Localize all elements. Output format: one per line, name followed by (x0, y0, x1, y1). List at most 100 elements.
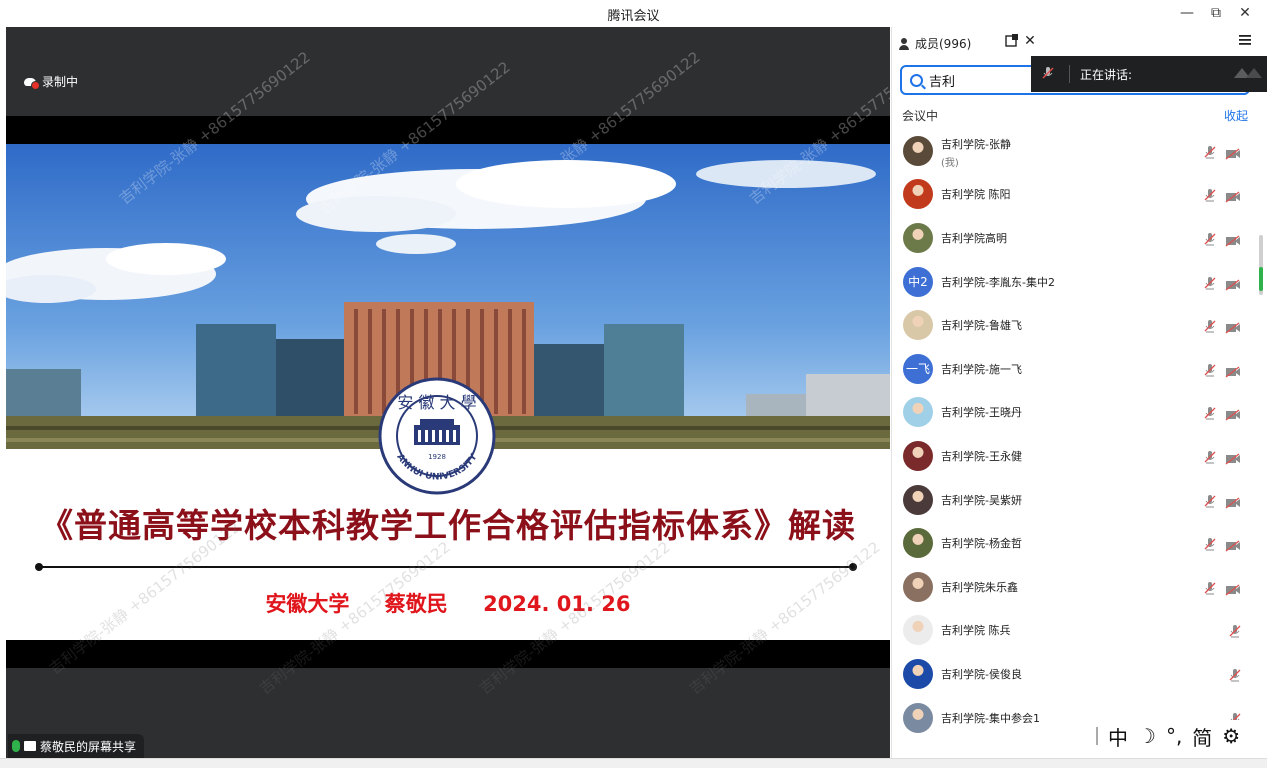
mic-active-icon (12, 740, 20, 752)
collapse-link[interactable]: 收起 (1224, 107, 1248, 124)
avatar: 一飞 (903, 353, 933, 384)
anhui-university-logo: 1928 ANHUI UNIVERSITY 安 徽 大 學 (378, 377, 496, 495)
member-name: 吉利学院朱乐鑫 (941, 580, 1018, 594)
audio-level-indicator (1259, 267, 1263, 291)
member-count-label: 成员(996) (915, 37, 972, 51)
avatar (903, 615, 933, 646)
member-name: 吉利学院-鲁雄飞 (941, 319, 1022, 333)
app-title: 腾讯会议 (607, 9, 660, 24)
avatar (903, 658, 933, 689)
member-row[interactable]: 吉利学院-王晓丹 (892, 391, 1252, 435)
mic-muted-icon (1203, 580, 1217, 595)
mic-muted-icon (1041, 66, 1069, 83)
close-panel-icon[interactable]: ✕ (1022, 33, 1038, 49)
in-meeting-section: 会议中 收起 (892, 107, 1267, 123)
member-row[interactable]: 吉利学院-王永健 (892, 434, 1252, 478)
mic-muted-icon (1203, 231, 1217, 246)
member-row[interactable]: 一飞 吉利学院-施一飞 (892, 347, 1252, 391)
camera-off-icon (1225, 537, 1241, 552)
mic-muted-icon (1203, 449, 1217, 464)
title-bar: 腾讯会议 — ⧉ ✕ (0, 0, 1267, 27)
mic-muted-icon (1203, 362, 1217, 377)
taskbar (0, 758, 1267, 768)
member-name: 吉利学院 陈兵 (941, 624, 1011, 638)
recording-label: 录制中 (42, 75, 79, 89)
recording-indicator[interactable]: 录制中 (24, 73, 78, 90)
camera-off-icon (1225, 494, 1241, 509)
menu-icon[interactable] (1237, 33, 1253, 49)
member-name: 吉利学院-吴紫妍 (941, 493, 1022, 507)
slide-divider (38, 566, 853, 568)
camera-off-icon (1225, 581, 1241, 596)
avatar (903, 571, 933, 602)
member-row[interactable]: 吉利学院朱乐鑫 (892, 565, 1252, 609)
member-panel: 成员(996) ✕ 正在讲话: 会议中 收起 吉利学院-张静 (我) 吉利学院 陈阳… (891, 27, 1267, 758)
ime-mode-button[interactable]: 中 (1108, 722, 1128, 751)
divider-dot-right (849, 563, 857, 571)
camera-off-icon (1225, 450, 1241, 465)
ime-grip[interactable] (1096, 727, 1098, 745)
minimize-button[interactable]: — (1176, 4, 1198, 22)
screen-icon (24, 741, 36, 751)
slide-org: 安徽大学 (265, 592, 350, 616)
mic-muted-icon (1203, 318, 1217, 333)
share-label: 蔡敬民的屏幕共享 (40, 739, 137, 754)
member-row[interactable]: 吉利学院-杨金哲 (892, 521, 1252, 565)
member-name: 吉利学院-李胤东-集中2 (941, 275, 1055, 289)
popout-icon[interactable] (1004, 33, 1020, 49)
avatar: 中2 (903, 266, 933, 297)
mic-muted-icon (1203, 536, 1217, 551)
member-count-title: 成员(996) (898, 35, 971, 52)
mic-muted-icon (1203, 144, 1217, 159)
close-button[interactable]: ✕ (1234, 4, 1256, 22)
speaking-label: 正在讲话: (1080, 67, 1133, 82)
svg-text:安 徽 大 學: 安 徽 大 學 (397, 393, 476, 412)
section-label: 会议中 (902, 109, 939, 123)
member-row[interactable]: 吉利学院-张静 (我) (892, 129, 1252, 173)
member-name: 吉利学院-集中参会1 (941, 711, 1040, 725)
avatar (903, 528, 933, 559)
member-row[interactable]: 吉利学院-侯俊良 (892, 652, 1252, 696)
mic-muted-icon (1228, 623, 1242, 638)
camera-off-icon (1225, 276, 1241, 291)
ime-punct-button[interactable]: °, (1166, 724, 1182, 748)
avatar (903, 135, 933, 166)
slide-date: 2024. 01. 26 (483, 592, 631, 616)
me-tag: (我) (941, 158, 959, 169)
member-row[interactable]: 吉利学院 陈兵 (892, 609, 1252, 653)
screen-share-area[interactable]: 录制中 1928 ANHUI UNIVERSITY 安 徽 大 學 《普通高等学… (6, 27, 890, 758)
member-name: 吉利学院-张静 (941, 138, 1011, 151)
avatar (903, 484, 933, 515)
camera-off-icon (1225, 363, 1241, 378)
mic-muted-icon (1203, 493, 1217, 508)
avatar (903, 222, 933, 253)
ime-toolbar: 中 ☽ °, 简 ⚙ (1090, 720, 1267, 752)
ime-settings-icon[interactable]: ⚙ (1222, 724, 1240, 748)
member-name: 吉利学院-杨金哲 (941, 537, 1022, 551)
slide-subtitle: 安徽大学 蔡敬民 2024. 01. 26 (6, 588, 890, 618)
ime-script-button[interactable]: 简 (1192, 722, 1212, 751)
member-row[interactable]: 吉利学院高明 (892, 216, 1252, 260)
camera-off-icon (1225, 319, 1241, 334)
member-list: 吉利学院-张静 (我) 吉利学院 陈阳 吉利学院高明中2 吉利学院-李胤东-集中2 吉利学… (892, 129, 1252, 739)
mic-muted-icon (1203, 275, 1217, 290)
recording-cloud-icon (24, 77, 40, 90)
camera-off-icon (1225, 232, 1241, 247)
member-row[interactable]: 吉利学院-吴紫妍 (892, 478, 1252, 522)
member-row[interactable]: 中2 吉利学院-李胤东-集中2 (892, 260, 1252, 304)
search-icon (910, 73, 923, 87)
mic-muted-icon (1203, 187, 1217, 202)
restore-button[interactable]: ⧉ (1205, 4, 1227, 22)
member-search-input[interactable] (929, 72, 1029, 88)
camera-off-icon (1225, 188, 1241, 203)
avatar (903, 310, 933, 341)
ime-moon-icon[interactable]: ☽ (1138, 724, 1156, 748)
slide-speaker: 蔡敬民 (384, 592, 448, 616)
member-name: 吉利学院-王永健 (941, 449, 1022, 463)
speaking-indicator: 正在讲话: (1031, 56, 1267, 92)
member-name: 吉利学院-施一飞 (941, 362, 1022, 376)
member-row[interactable]: 吉利学院 陈阳 (892, 173, 1252, 217)
member-row[interactable]: 吉利学院-鲁雄飞 (892, 303, 1252, 347)
camera-off-icon (1225, 406, 1241, 421)
slide-title: 《普通高等学校本科教学工作合格评估指标体系》解读 (40, 506, 856, 545)
